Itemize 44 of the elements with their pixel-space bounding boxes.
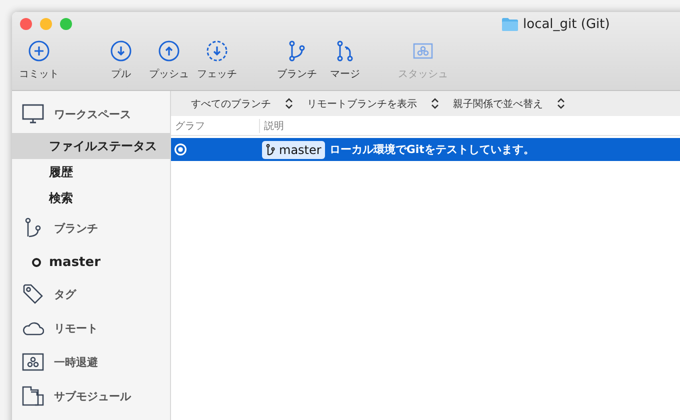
download-icon (110, 40, 132, 62)
plus-circle-icon (28, 40, 50, 62)
sidebar-section[interactable]: 一時退避 (12, 347, 170, 377)
toolbar-button[interactable]: マージ (322, 40, 368, 81)
monitor-icon (22, 104, 44, 124)
sidebar-section[interactable]: タグ (12, 279, 170, 309)
sidebar-section[interactable]: リモート (12, 313, 170, 343)
commit-node-icon (174, 143, 187, 156)
branch-icon (266, 144, 275, 156)
sidebar-item[interactable]: 履歴 (12, 159, 170, 185)
commit-message: ローカル環境でGitをテストしています。 (329, 142, 534, 157)
folders-icon (22, 386, 44, 406)
filter-dropdown[interactable]: 親子関係で並べ替え (453, 96, 565, 110)
sidebar-item[interactable]: master (12, 247, 170, 277)
folder-icon (502, 18, 518, 30)
window-title: local_git (Git) (523, 16, 610, 32)
toolbar-button[interactable]: プル (98, 40, 144, 81)
upload-icon (158, 40, 180, 62)
cloud-icon (22, 320, 44, 336)
fetch-icon (206, 40, 228, 62)
column-header[interactable]: 説明 (260, 118, 284, 132)
updown-chevron-icon (431, 98, 439, 109)
branch-label: master (262, 140, 326, 158)
toolbar-button[interactable]: コミット (16, 40, 62, 81)
close-button[interactable] (20, 18, 32, 30)
toolbar-button[interactable]: プッシュ (146, 40, 192, 81)
filter-dropdown[interactable]: リモートブランチを表示 (307, 96, 439, 110)
sidebar-section[interactable]: ブランチ (12, 213, 170, 243)
minimize-button[interactable] (40, 18, 52, 30)
tag-icon (22, 283, 44, 305)
sidebar-section[interactable]: ワークスペース (12, 99, 170, 129)
updown-chevron-icon (557, 98, 565, 109)
commit-row[interactable]: master ローカル環境でGitをテストしています。 (171, 138, 680, 161)
zoom-button[interactable] (60, 18, 72, 30)
current-branch-icon (32, 258, 41, 266)
sidebar-item[interactable]: ファイルステータス (12, 133, 170, 159)
updown-chevron-icon (285, 98, 293, 109)
toolbar-button[interactable]: ブランチ (274, 40, 320, 81)
sidebar-section[interactable]: サブモジュール (12, 381, 170, 411)
stash-icon (22, 352, 44, 372)
filter-dropdown[interactable]: すべてのブランチ (191, 96, 293, 110)
column-header[interactable]: グラフ (171, 118, 260, 132)
toolbar-button[interactable]: フェッチ (194, 40, 240, 81)
sidebar-item[interactable]: 検索 (12, 185, 170, 211)
